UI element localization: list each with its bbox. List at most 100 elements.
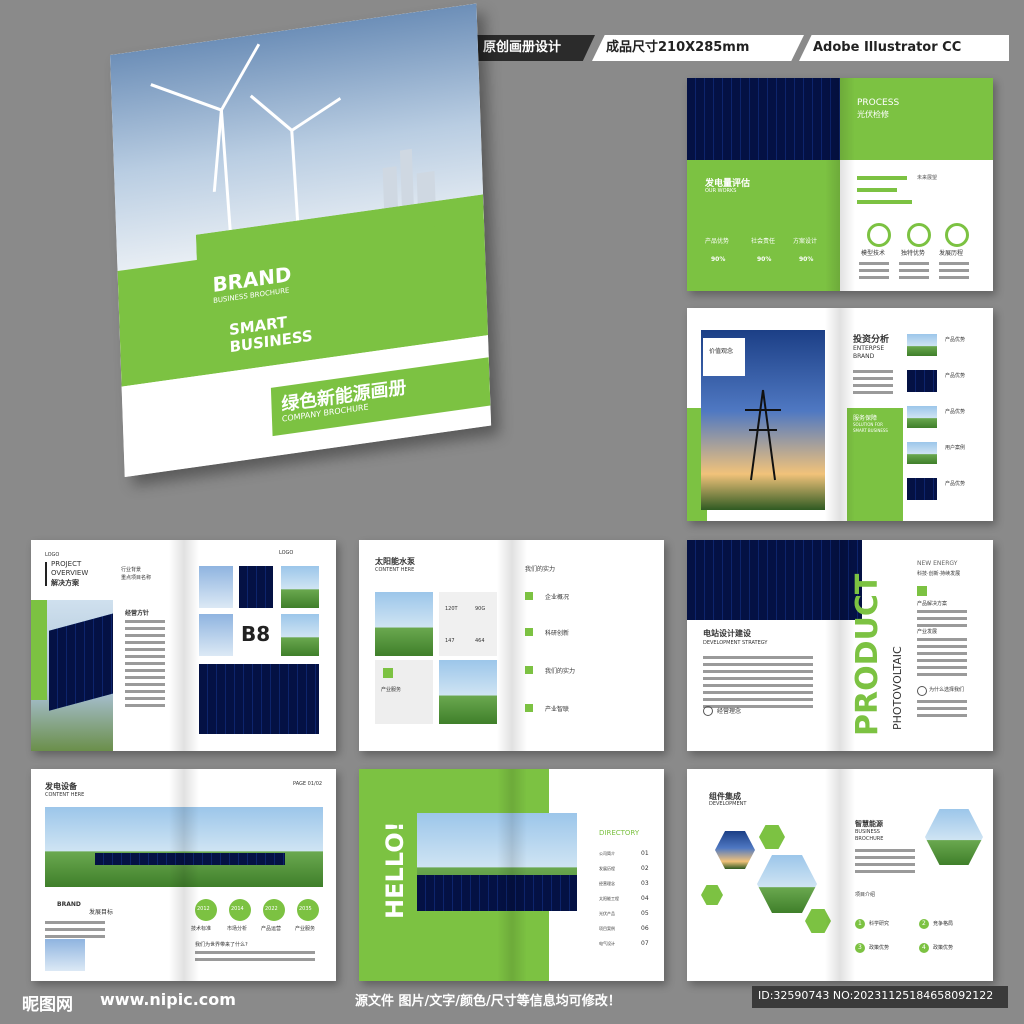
text-lines: [917, 700, 967, 721]
right-sub2: BROCHURE: [855, 836, 884, 842]
pump-sub: CONTENT HERE: [375, 567, 415, 573]
dir-item-5: 光伏产品: [599, 911, 615, 916]
site-logo: 昵图网: [22, 995, 73, 1015]
hex-green-2: [701, 885, 723, 905]
spread-investment: 价值观念 投资分析 ENTERPSE BRAND 服务保障 SOLUTION F…: [687, 308, 993, 521]
thumb-photo-4: [907, 442, 937, 464]
side-label-2: 重点项目名称: [121, 575, 152, 581]
solar-panel-photo: [687, 78, 840, 160]
point-num-4: 4: [922, 944, 926, 951]
goal-label: 发展目标: [89, 909, 114, 916]
invest-sub1: ENTERPSE: [853, 345, 885, 352]
stat-2: 90G: [475, 606, 486, 612]
stat-4: 464: [475, 638, 485, 644]
design-label: 原创画册设计: [483, 40, 562, 55]
service-sub1: SOLUTION FOR: [853, 422, 883, 427]
size-label-ribbon: 成品尺寸210X285mm: [592, 35, 804, 61]
hex-green-1: [759, 825, 785, 849]
stats-box: [439, 592, 497, 656]
ring-chart-3: [945, 223, 969, 247]
icon-label-1: 产品优势: [705, 238, 730, 245]
progress-bar-3: [857, 200, 912, 204]
page-fold: [168, 540, 199, 751]
stat-3: 147: [445, 638, 455, 644]
page-fold: [825, 78, 855, 291]
project-line1: PROJECT: [51, 560, 82, 568]
text-lines: [899, 262, 929, 283]
grid-photo-4: [199, 614, 233, 656]
year-label-3: 产品运营: [261, 926, 282, 932]
point-label-2: 竞争格局: [933, 921, 954, 927]
item-3: 产品优势: [945, 409, 966, 415]
station-title: 电站设计建设: [703, 629, 751, 638]
grid-photo-5: [281, 614, 319, 656]
integ-sub: DEVELOPMENT: [709, 801, 747, 807]
energy-cn: 科技·创新·持续发展: [917, 571, 961, 577]
plus-icon: [383, 668, 393, 678]
right-label-2: 独特优势: [901, 250, 926, 257]
process-title-cn: 光伏检修: [857, 110, 889, 119]
logo-text: LOGO: [45, 552, 60, 558]
text-lines: [939, 262, 969, 283]
icon-label-2: 社会责任: [751, 238, 776, 245]
grid-photo-1: [199, 566, 233, 608]
spread-project-overview: LOGO PROJECT OVERVIEW 解决方案 行业背景 重点项目名称 经…: [31, 540, 336, 751]
dir-item-4: 太阳能工程: [599, 896, 619, 901]
station-sub: DEVELOPMENT STRATEGY: [703, 640, 768, 646]
dir-num-1: 01: [641, 850, 649, 857]
text-lines: [859, 262, 889, 283]
size-label: 成品尺寸210X285mm: [606, 40, 750, 55]
hex-photo-3: [925, 809, 983, 865]
brochure-cover: BRAND BUSINESS BROCHURE SMART BUSINESS B…: [110, 3, 492, 478]
photovoltaic-vertical: PHOTOVOLTAIC: [891, 646, 904, 730]
left-sub: OUR WORKS: [705, 188, 737, 194]
page-fold: [825, 308, 855, 521]
year-label-2: 市场分析: [227, 926, 248, 932]
dir-num-7: 07: [641, 940, 649, 947]
dir-num-3: 03: [641, 880, 649, 887]
plan-title: 经营方针: [125, 610, 150, 617]
large-solar-photo: [199, 664, 319, 734]
thumb-photo-3: [907, 406, 937, 428]
dir-item-2: 发展历程: [599, 866, 615, 871]
text-lines: [917, 638, 967, 680]
dir-num-5: 05: [641, 910, 649, 917]
energy-title: NEW ENERGY: [917, 560, 958, 567]
question-icon: [917, 686, 927, 696]
product-vertical: PRODUCT: [850, 573, 885, 736]
site-url[interactable]: www.nipic.com: [100, 990, 236, 1009]
icon-value-2: 90%: [757, 256, 772, 263]
year-3: 2022: [265, 906, 278, 912]
year-1: 2012: [197, 906, 210, 912]
software-label-ribbon: Adobe Illustrator CC 2018: [799, 35, 1009, 61]
grid-photo-3: [281, 566, 319, 608]
icon-label-3: 方案设计: [793, 238, 818, 245]
text-lines: [855, 849, 915, 877]
field-solar-photo: [439, 660, 497, 724]
station-note: 经营理念: [717, 708, 742, 715]
point-label-4: 政策优势: [933, 945, 954, 951]
progress-bar-1: [857, 176, 907, 180]
row-3: 我们的实力: [545, 668, 576, 675]
dir-item-3: 经营理念: [599, 881, 615, 886]
text-lines: [125, 620, 165, 711]
point-label-3: 政策优势: [869, 945, 890, 951]
process-title: PROCESS: [857, 98, 900, 108]
grid-photo-2: [239, 566, 273, 608]
hex-photo-2: [757, 855, 817, 913]
year-label-4: 产业服务: [295, 926, 316, 932]
pump-title: 太阳能水泵: [375, 557, 415, 566]
intro-label: 项目介绍: [855, 892, 876, 898]
right-label-3: 发展历程: [939, 250, 964, 257]
logo-right: LOGO: [279, 550, 294, 556]
project-line2: OVERVIEW: [51, 569, 89, 577]
energy-row-2: 产业发展: [917, 629, 938, 635]
ring-chart-2: [907, 223, 931, 247]
dir-num-6: 06: [641, 925, 649, 932]
invest-title: 投资分析: [853, 335, 890, 345]
page-fold: [825, 769, 855, 981]
info-icon: [703, 706, 713, 716]
item-5: 产品优势: [945, 481, 966, 487]
dir-num-2: 02: [641, 865, 649, 872]
point-label-1: 科学研究: [869, 921, 890, 927]
